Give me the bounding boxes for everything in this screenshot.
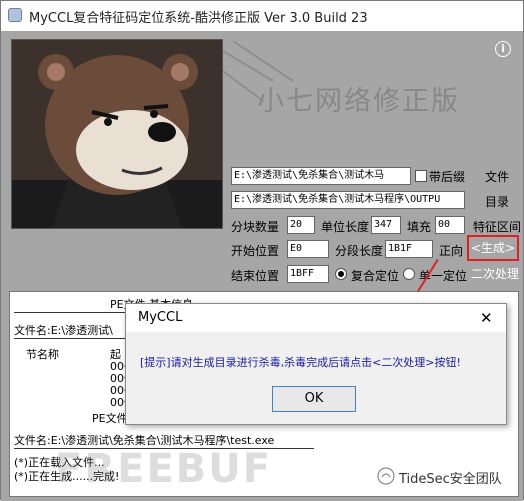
log-section-name-label: 节名称 [26,348,59,361]
main-window: MyCCL复合特征码定位系统-酷洪修正版 Ver 3.0 Build 23 小七… [0,0,524,501]
start-pos-input[interactable]: E0 [287,240,329,258]
dialog-message: [提示]请对生成目录进行杀毒,杀毒完成后请点击<二次处理>按钮! [140,356,461,369]
second-process-button[interactable]: 二次处理 [471,265,519,282]
output-dir-input[interactable]: E:\渗透测试\免杀集合\测试木马程序\OUTPU [231,191,465,209]
end-pos-input[interactable]: 1BFF [287,265,329,283]
feature-range-label: 特征区间 [473,220,522,234]
wechat-icon [377,467,395,485]
dialog-title-bar: MyCCL ✕ [126,304,506,332]
single-radio[interactable] [403,268,415,280]
window-title: MyCCL复合特征码定位系统-酷洪修正版 Ver 3.0 Build 23 [29,11,368,26]
freebuf-watermark: FREEBUF [55,446,273,492]
composite-radio[interactable] [335,268,347,280]
block-count-label: 分块数量 [231,220,280,234]
unit-length-input[interactable]: 347 [371,216,401,234]
file-button[interactable]: 文件 [485,168,509,185]
dialog-title: MyCCL [138,310,183,325]
file-path-input[interactable]: E:\渗透测试\免杀集合\测试木马 [231,167,411,185]
end-pos-label: 结束位置 [231,269,280,283]
app-icon [8,8,22,22]
log-pe-header-2: PE文件 [92,412,128,425]
brand-watermark: TideSec安全团队 [399,472,502,487]
tail-checkbox[interactable] [415,170,427,182]
direction-label: 正向 [439,244,464,258]
block-count-input[interactable]: 20 [287,216,315,234]
segment-length-input[interactable]: 1B1F [385,240,433,258]
close-icon[interactable]: ✕ [480,309,493,327]
fill-label: 填充 [407,220,432,234]
log-file-line-1: 文件名:E:\渗透测试\ [14,324,113,337]
fill-input[interactable]: 00 [435,216,465,234]
segment-length-label: 分段长度 [335,244,384,258]
dir-button[interactable]: 目录 [485,193,509,210]
info-icon[interactable]: i [495,41,511,57]
unit-length-label: 单位长度 [321,220,370,234]
banner-title: 小七网络修正版 [257,86,460,117]
tail-checkbox-label: 带后缀 [429,170,466,184]
bear-avatar-image [11,39,223,229]
message-dialog: MyCCL ✕ [提示]请对生成目录进行杀毒,杀毒完成后请点击<二次处理>按钮!… [125,303,507,425]
start-pos-label: 开始位置 [231,244,280,258]
composite-radio-label: 复合定位 [351,269,400,283]
title-bar: MyCCL复合特征码定位系统-酷洪修正版 Ver 3.0 Build 23 [1,1,523,31]
ok-button[interactable]: OK [272,386,356,412]
generate-button[interactable]: <生成> [467,235,519,261]
